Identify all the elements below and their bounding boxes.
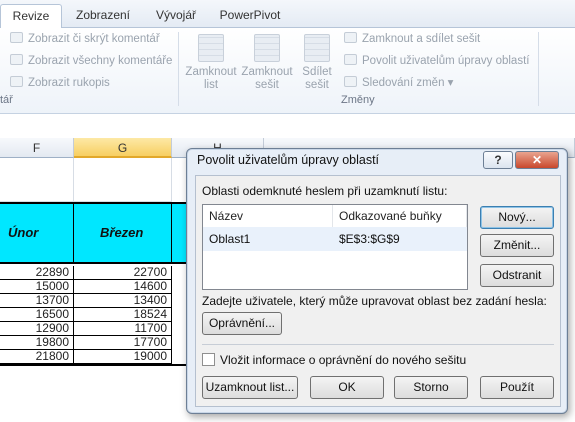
allow-edit-ranges-dialog: Povolit uživatelům úpravy oblastí ? ✕ Ob…	[186, 148, 568, 414]
protect-sheet-dialog-button[interactable]: Uzamknout list...	[202, 376, 298, 399]
table-bottom-border	[0, 364, 188, 366]
list-header-name[interactable]: Název	[203, 205, 333, 227]
table-cell-unor[interactable]: 15000	[0, 280, 74, 294]
edit-ranges-icon	[344, 54, 357, 65]
ribbon-tab-bar: Revize Zobrazení Vývojář PowerPivot	[0, 0, 575, 29]
edit-range-button[interactable]: Změnit...	[480, 234, 554, 257]
table-cell-brezen[interactable]: 22700	[74, 266, 172, 280]
protect-workbook-button[interactable]: Zamknout sešit	[240, 32, 294, 92]
delete-range-button[interactable]: Odstranit	[480, 264, 554, 287]
tab-revize[interactable]: Revize	[0, 4, 62, 29]
track-changes-button[interactable]: Sledování změn ▾	[344, 74, 453, 92]
table-cell-unor[interactable]: 22890	[0, 266, 74, 280]
new-range-button[interactable]: Nový...	[480, 206, 554, 229]
protect-sheet-icon	[198, 34, 224, 62]
help-button[interactable]: ?	[483, 151, 513, 169]
show-hide-comment-button[interactable]: Zobrazit či skrýt komentář	[10, 30, 160, 48]
ribbon-panel: Zobrazit či skrýt komentář Zobrazit všec…	[0, 28, 575, 114]
table-cell-unor[interactable]: 12900	[0, 322, 74, 336]
protect-sheet-button[interactable]: Zamknout list	[184, 32, 238, 92]
allow-edit-ranges-button[interactable]: Povolit uživatelům úpravy oblastí	[344, 52, 529, 70]
show-ink-button[interactable]: Zobrazit rukopis	[10, 74, 110, 92]
dialog-body: Oblasti odemknuté heslem při uzamknutí l…	[195, 175, 561, 407]
group-divider	[178, 32, 179, 106]
table-cell-unor[interactable]: 19800	[0, 336, 74, 350]
comments-icon	[10, 54, 23, 65]
table-cell-unor[interactable]: 16500	[0, 308, 74, 322]
tab-powerpivot[interactable]: PowerPivot	[212, 4, 288, 28]
table-cell-brezen[interactable]: 18524	[74, 308, 172, 322]
table-cell-brezen[interactable]: 19000	[74, 350, 172, 364]
ranges-label: Oblasti odemknuté heslem při uzamknutí l…	[202, 184, 448, 198]
header-cell-unor[interactable]: Únor	[0, 202, 74, 264]
show-all-comments-button[interactable]: Zobrazit všechny komentáře	[10, 52, 172, 70]
dialog-title: Povolit uživatelům úpravy oblastí	[197, 153, 380, 167]
users-label: Zadejte uživatele, který může upravovat …	[202, 294, 547, 308]
permissions-button[interactable]: Oprávnění...	[202, 312, 282, 335]
track-changes-icon	[344, 76, 357, 87]
chevron-down-icon: ▾	[444, 77, 454, 89]
comment-icon	[10, 32, 23, 43]
tab-vyvojar[interactable]: Vývojář	[144, 4, 208, 28]
table-cell-brezen[interactable]: 11700	[74, 322, 172, 336]
tab-zobrazeni[interactable]: Zobrazení	[68, 4, 138, 28]
paste-permissions-checkbox[interactable]	[202, 353, 215, 366]
group-divider	[538, 32, 539, 106]
list-header-refs[interactable]: Odkazované buňky	[333, 205, 467, 227]
share-workbook-icon	[304, 34, 330, 62]
ink-icon	[10, 76, 23, 87]
ranges-list[interactable]: Název Odkazované buňky Oblast1 $E$3:$G$9	[202, 204, 468, 290]
protect-and-share-button[interactable]: Zamknout a sdílet sešit	[344, 30, 480, 48]
divider	[202, 344, 554, 345]
cancel-button[interactable]: Storno	[394, 376, 468, 399]
lock-share-icon	[344, 32, 357, 43]
apply-button[interactable]: Použít	[480, 376, 554, 399]
column-header-f[interactable]: F	[0, 138, 74, 158]
sheet-cell[interactable]	[74, 158, 172, 202]
range-refs: $E$3:$G$9	[339, 232, 400, 246]
ok-button[interactable]: OK	[310, 376, 384, 399]
range-name: Oblast1	[209, 232, 251, 246]
changes-group-label: Změny	[341, 94, 375, 106]
table-cell-brezen[interactable]: 14600	[74, 280, 172, 294]
list-item[interactable]: Oblast1 $E$3:$G$9	[203, 227, 467, 251]
table-cell-brezen[interactable]: 17700	[74, 336, 172, 350]
comments-group-label: tář	[0, 94, 13, 106]
table-cell-unor[interactable]: 13700	[0, 294, 74, 308]
table-cell-brezen[interactable]: 13400	[74, 294, 172, 308]
share-workbook-button[interactable]: Sdílet sešit	[292, 32, 342, 92]
sheet-cell[interactable]	[0, 158, 74, 202]
header-cell-brezen[interactable]: Březen	[74, 202, 172, 264]
close-button[interactable]: ✕	[515, 151, 559, 169]
table-cell-unor[interactable]: 21800	[0, 350, 74, 364]
protect-workbook-icon	[254, 34, 280, 62]
column-header-g[interactable]: G	[74, 138, 172, 158]
paste-permissions-label[interactable]: Vložit informace o oprávnění do nového s…	[220, 353, 466, 367]
